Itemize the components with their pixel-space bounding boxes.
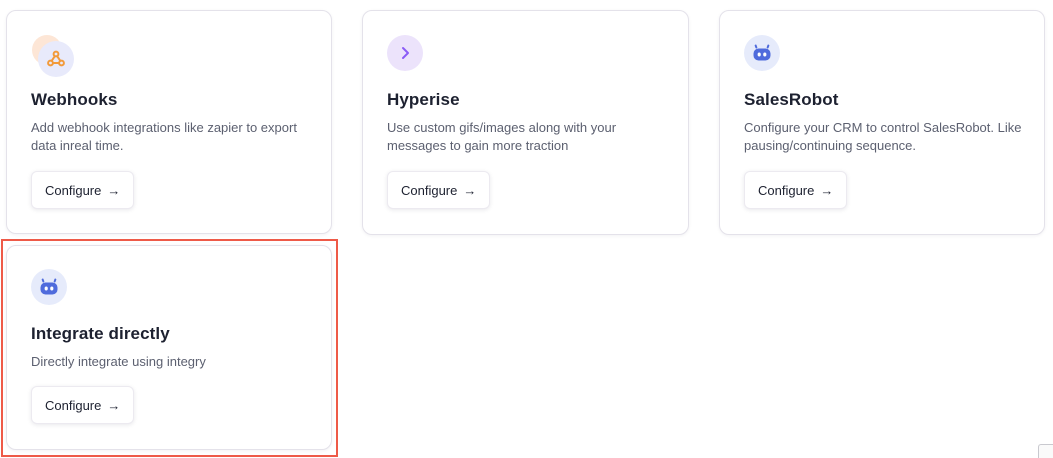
configure-webhooks-button[interactable]: Configure → bbox=[31, 171, 135, 209]
configure-button-label: Configure bbox=[45, 182, 102, 198]
integrations-page: Webhooks Add webhook integrations like z… bbox=[0, 0, 1053, 458]
configure-button-label: Configure bbox=[45, 397, 102, 413]
corner-widget bbox=[1038, 444, 1053, 458]
integration-card-webhooks: Webhooks Add webhook integrations like z… bbox=[6, 10, 332, 234]
arrow-right-icon: → bbox=[463, 182, 477, 198]
webhook-icon-circle bbox=[38, 41, 74, 77]
robot-icon-circle bbox=[31, 269, 67, 305]
configure-integrate-directly-button[interactable]: Configure → bbox=[31, 386, 135, 424]
robot-icon bbox=[744, 35, 782, 73]
card-description: Configure your CRM to control SalesRobot… bbox=[744, 120, 1022, 153]
robot-icon bbox=[31, 269, 69, 307]
card-title: Hyperise bbox=[387, 90, 460, 109]
integration-card-integrate-directly: Integrate directly Directly integrate us… bbox=[6, 245, 332, 450]
card-title: Webhooks bbox=[31, 90, 118, 109]
arrow-right-icon: → bbox=[820, 182, 834, 198]
card-description: Add webhook integrations like zapier to … bbox=[31, 120, 297, 153]
robot-glyph bbox=[753, 44, 771, 61]
configure-hyperise-button[interactable]: Configure → bbox=[387, 171, 491, 209]
robot-glyph bbox=[40, 278, 58, 295]
hyperise-icon bbox=[387, 35, 425, 73]
integration-card-salesrobot: SalesRobot Configure your CRM to control… bbox=[719, 10, 1045, 235]
robot-icon-circle bbox=[744, 35, 780, 71]
configure-button-label: Configure bbox=[401, 182, 458, 198]
configure-salesrobot-button[interactable]: Configure → bbox=[744, 171, 848, 209]
configure-button-label: Configure bbox=[758, 182, 815, 198]
arrow-right-icon: → bbox=[107, 397, 121, 413]
integration-card-hyperise: Hyperise Use custom gifs/images along wi… bbox=[362, 10, 689, 235]
card-description: Use custom gifs/images along with your m… bbox=[387, 120, 617, 153]
webhook-glyph bbox=[47, 50, 65, 67]
hyperise-icon-circle bbox=[387, 35, 423, 71]
arrow-right-icon: → bbox=[107, 182, 121, 198]
webhook-icon bbox=[31, 35, 74, 77]
card-description: Directly integrate using integry bbox=[31, 354, 206, 369]
chevron-right-icon bbox=[402, 47, 409, 59]
card-title: SalesRobot bbox=[744, 90, 839, 109]
card-title: Integrate directly bbox=[31, 324, 170, 343]
